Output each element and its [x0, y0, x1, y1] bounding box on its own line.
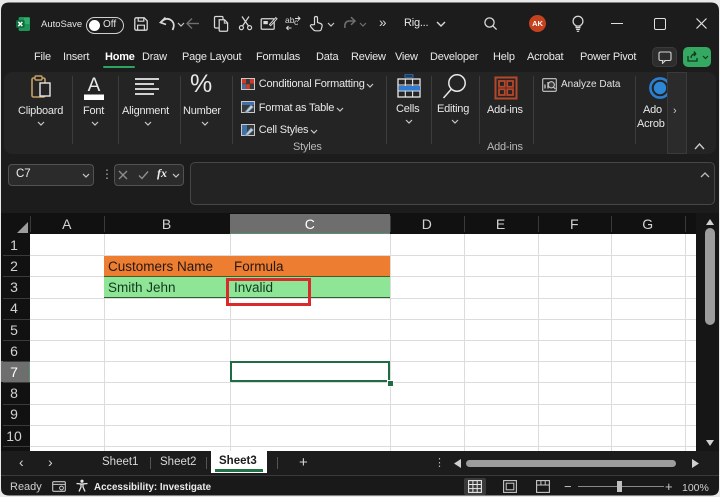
svg-text:A: A: [88, 75, 101, 96]
